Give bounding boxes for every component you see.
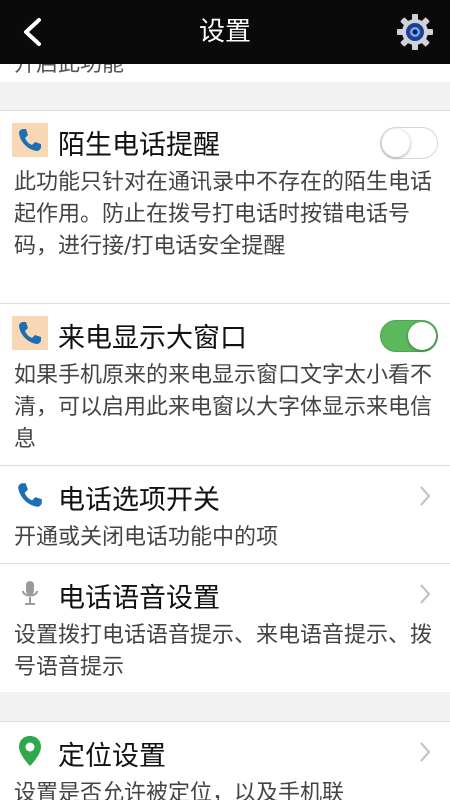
section-gap bbox=[0, 82, 450, 110]
partial-row-text: 开启此功能 bbox=[14, 64, 125, 77]
phone-icon bbox=[12, 478, 48, 512]
toggle-switch-off[interactable] bbox=[380, 127, 438, 159]
top-bar: 设置 bbox=[0, 0, 450, 64]
setting-row-voice-settings[interactable]: 电话语音设置 设置拨打电话语音提示、来电语音提示、拨号语音提示 bbox=[0, 563, 450, 692]
chevron-right-icon bbox=[420, 742, 431, 762]
row-description: 设置拨打电话语音提示、来电语音提示、拨号语音提示 bbox=[14, 623, 433, 680]
chevron-right-icon bbox=[420, 584, 431, 604]
toggle-knob bbox=[408, 322, 436, 350]
partial-setting-row[interactable]: 开启此功能 bbox=[0, 64, 450, 83]
location-pin-icon bbox=[12, 734, 48, 768]
section-gap bbox=[0, 692, 450, 721]
row-title: 电话选项开关 bbox=[58, 485, 220, 516]
phone-icon bbox=[12, 316, 48, 350]
row-description: 如果手机原来的来电显示窗口文字太小看不清，可以启用此来电窗以大字体显示来电信息 bbox=[14, 363, 433, 452]
row-description: 开通或关闭电话功能中的项 bbox=[14, 525, 279, 550]
toggle-switch-on[interactable] bbox=[380, 320, 438, 352]
toggle-knob bbox=[382, 129, 410, 157]
gear-icon bbox=[397, 14, 433, 50]
row-title: 陌生电话提醒 bbox=[58, 130, 220, 161]
microphone-icon bbox=[12, 576, 48, 610]
row-title: 来电显示大窗口 bbox=[58, 323, 247, 354]
setting-row-location[interactable]: 定位设置 设置是否允许被定位，以及手机联 bbox=[0, 721, 450, 800]
row-description: 此功能只针对在通讯录中不存在的陌生电话起作用。防止在拨号打电话时按错电话号码，进… bbox=[14, 170, 433, 259]
setting-row-stranger-call-alert[interactable]: 陌生电话提醒 此功能只针对在通讯录中不存在的陌生电话起作用。防止在拨号打电话时按… bbox=[0, 110, 450, 303]
chevron-right-icon bbox=[420, 486, 431, 506]
setting-row-large-caller-window[interactable]: 来电显示大窗口 如果手机原来的来电显示窗口文字太小看不清，可以启用此来电窗以大字… bbox=[0, 303, 450, 465]
phone-icon bbox=[12, 123, 48, 157]
row-title: 定位设置 bbox=[58, 741, 166, 772]
row-title: 电话语音设置 bbox=[58, 583, 220, 614]
row-description: 设置是否允许被定位，以及手机联 bbox=[14, 781, 345, 800]
settings-button[interactable] bbox=[394, 10, 436, 54]
page-title: 设置 bbox=[198, 17, 251, 47]
settings-list: 开启此功能 陌生电话提醒 此功能只针对在通讯录中不存在的陌生电话起作用。防止在拨… bbox=[0, 64, 450, 800]
setting-row-phone-options[interactable]: 电话选项开关 开通或关闭电话功能中的项 bbox=[0, 465, 450, 563]
